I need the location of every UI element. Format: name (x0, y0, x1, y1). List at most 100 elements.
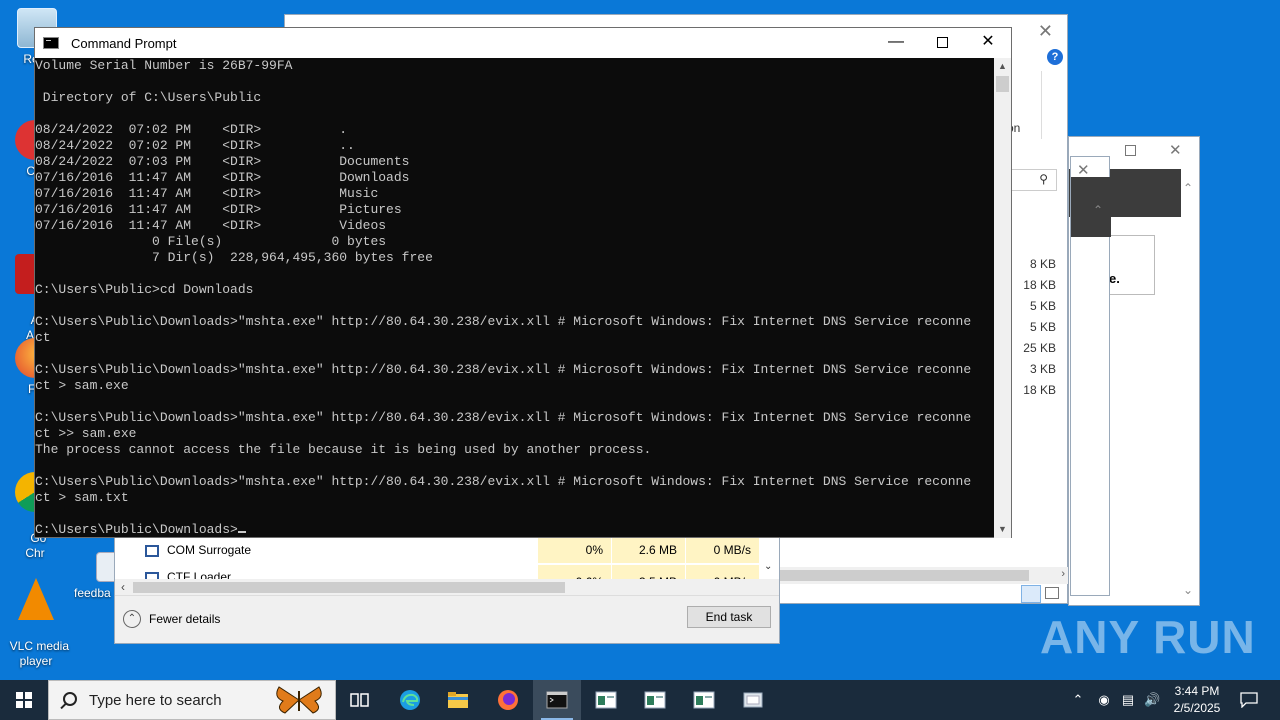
search-box[interactable]: ⚲ (1011, 169, 1057, 191)
maximize-button[interactable] (919, 28, 965, 58)
volume-icon[interactable]: 🔊 (1144, 692, 1160, 708)
file-size: 25 KB (1023, 341, 1056, 355)
taskbar-app-window-3[interactable] (680, 680, 728, 720)
taskbar-app-window-1[interactable] (582, 680, 630, 720)
console-line: ct (35, 330, 51, 345)
console-line: ct >> sam.exe (35, 426, 137, 441)
taskbar-search[interactable]: Type here to search (48, 680, 336, 720)
search-icon (63, 692, 77, 706)
close-button[interactable]: ✕ (965, 28, 1011, 58)
taskbar-app-firefox[interactable] (484, 680, 532, 720)
scroll-thumb[interactable] (133, 582, 565, 593)
app-window-icon (743, 692, 763, 708)
app-window-icon (693, 691, 715, 709)
dark-band (1071, 177, 1111, 237)
meet-now-icon[interactable]: ◉ (1096, 692, 1112, 708)
taskbar-app-window-2[interactable] (631, 680, 679, 720)
maximize-icon[interactable] (1125, 145, 1136, 156)
ribbon-divider (1041, 71, 1042, 139)
file-size: 3 KB (1029, 362, 1056, 376)
scroll-down-icon[interactable]: ⌄ (1183, 583, 1193, 597)
chevron-up-icon[interactable]: ⌃ (1070, 692, 1086, 708)
task-view-button[interactable] (336, 680, 384, 720)
scroll-up-icon[interactable]: ▲ (994, 58, 1011, 75)
console-line: 0 File(s) 0 bytes (35, 234, 387, 249)
close-icon[interactable]: ✕ (1169, 141, 1182, 159)
taskbar-app-window-4[interactable] (729, 680, 777, 720)
explorer-hscroll[interactable]: › (779, 567, 1069, 584)
console-line: 08/24/2022 07:03 PM <DIR> Documents (35, 154, 410, 169)
title-bar[interactable]: Command Prompt — ✕ (35, 28, 1011, 58)
desktop-icon-label: VLC media player (9, 639, 70, 668)
process-icon (145, 572, 159, 579)
scroll-thumb[interactable] (996, 76, 1009, 92)
search-placeholder: Type here to search (89, 692, 222, 709)
desktop-icon-vlc[interactable]: VLC media player (1, 548, 71, 669)
disk-cell: 0 MB/s (685, 537, 759, 563)
scroll-down-icon[interactable]: ▼ (994, 521, 1011, 538)
console-line: 08/24/2022 07:02 PM <DIR> .. (35, 138, 355, 153)
fewer-details-button[interactable]: ⌃ Fewer details (123, 610, 220, 628)
network-icon[interactable]: ▤ (1120, 692, 1136, 708)
size-column: 8 KB 18 KB 5 KB 5 KB 25 KB 3 KB 18 KB (1012, 254, 1056, 401)
vertical-scrollbar[interactable]: ⌄ (761, 537, 777, 579)
taskbar-clock[interactable]: 3:44 PM 2/5/2025 (1162, 683, 1232, 717)
scroll-right-icon[interactable]: › (1061, 568, 1065, 580)
memory-cell: 2.6 MB (611, 537, 685, 563)
chevron-up-icon: ⌃ (123, 610, 141, 628)
app-window-icon (644, 691, 666, 709)
scroll-up-icon[interactable]: ⌃ (1093, 203, 1103, 217)
view-toggle-icons[interactable] (1045, 587, 1059, 599)
search-icon: ⚲ (1039, 172, 1048, 186)
desktop-icon-feedback[interactable]: feedba (74, 552, 118, 601)
memory-cell: 3.5 MB (611, 565, 685, 579)
console-line: C:\Users\Public\Downloads>"mshta.exe" ht… (35, 362, 972, 377)
scroll-thumb[interactable] (779, 570, 1029, 581)
help-icon[interactable]: ? (1047, 49, 1063, 65)
console-line: 7 Dir(s) 228,964,495,360 bytes free (35, 250, 433, 265)
file-size: 8 KB (1029, 257, 1056, 271)
clock-date: 2/5/2025 (1173, 701, 1221, 715)
scroll-down-icon[interactable]: ⌄ (764, 561, 772, 572)
close-icon[interactable]: ✕ (1038, 21, 1053, 42)
console-line: C:\Users\Public\Downloads>"mshta.exe" ht… (35, 410, 972, 425)
file-size: 5 KB (1029, 299, 1056, 313)
taskbar: Type here to search ⌃ ◉ ▤ 🔊 3:44 PM 2/5/… (0, 680, 1280, 720)
horizontal-scrollbar[interactable]: ‹ (115, 579, 779, 596)
taskbar-app-edge[interactable] (386, 680, 434, 720)
minimize-button[interactable]: — (873, 28, 919, 58)
anyrun-watermark: ANY RUN (1040, 611, 1256, 663)
console-line: 07/16/2016 11:47 AM <DIR> Pictures (35, 202, 402, 217)
console-output[interactable]: Volume Serial Number is 26B7-99FA Direct… (35, 58, 995, 538)
table-row[interactable]: CTF Loader 0.6% 3.5 MB 0 MB/s (115, 565, 775, 579)
process-icon (145, 545, 159, 557)
window-title: Command Prompt (71, 35, 177, 51)
taskbar-app-command-prompt[interactable] (533, 680, 581, 720)
notification-bubble-icon (1240, 692, 1258, 709)
taskbar-app-file-explorer[interactable] (434, 680, 482, 720)
scroll-left-icon[interactable]: ‹ (121, 580, 125, 594)
console-line: C:\Users\Public\Downloads>"mshta.exe" ht… (35, 314, 972, 329)
console-line: ct > sam.txt (35, 490, 129, 505)
desktop-icon-label: feedba (74, 586, 111, 600)
start-button[interactable] (0, 680, 48, 720)
command-prompt-window[interactable]: Command Prompt — ✕ Volume Serial Number … (34, 27, 1012, 538)
panel-text: e. (1109, 271, 1120, 286)
scroll-up-icon[interactable]: ⌃ (1183, 181, 1193, 195)
edge-icon (400, 690, 420, 710)
file-size: 18 KB (1023, 278, 1056, 292)
window-controls: — ✕ (873, 28, 1011, 58)
notifications-icon[interactable] (1240, 692, 1258, 709)
butterfly-icon (276, 686, 322, 714)
dialog-window[interactable]: ✕ ⌃ (1070, 156, 1111, 596)
end-task-button[interactable]: End task (687, 606, 771, 628)
table-row[interactable]: COM Surrogate 0% 2.6 MB 0 MB/s (115, 537, 775, 563)
view-toggle-details[interactable] (1021, 585, 1041, 603)
console-line: The process cannot access the file becau… (35, 442, 652, 457)
clock-time: 3:44 PM (1174, 684, 1220, 698)
console-scrollbar[interactable]: ▲ ▼ (994, 58, 1011, 538)
console-prompt-line[interactable]: C:\Users\Public\Downloads> (35, 522, 995, 538)
process-name-cell: COM Surrogate (115, 543, 537, 557)
console-prompt: C:\Users\Public\Downloads> (35, 522, 238, 537)
